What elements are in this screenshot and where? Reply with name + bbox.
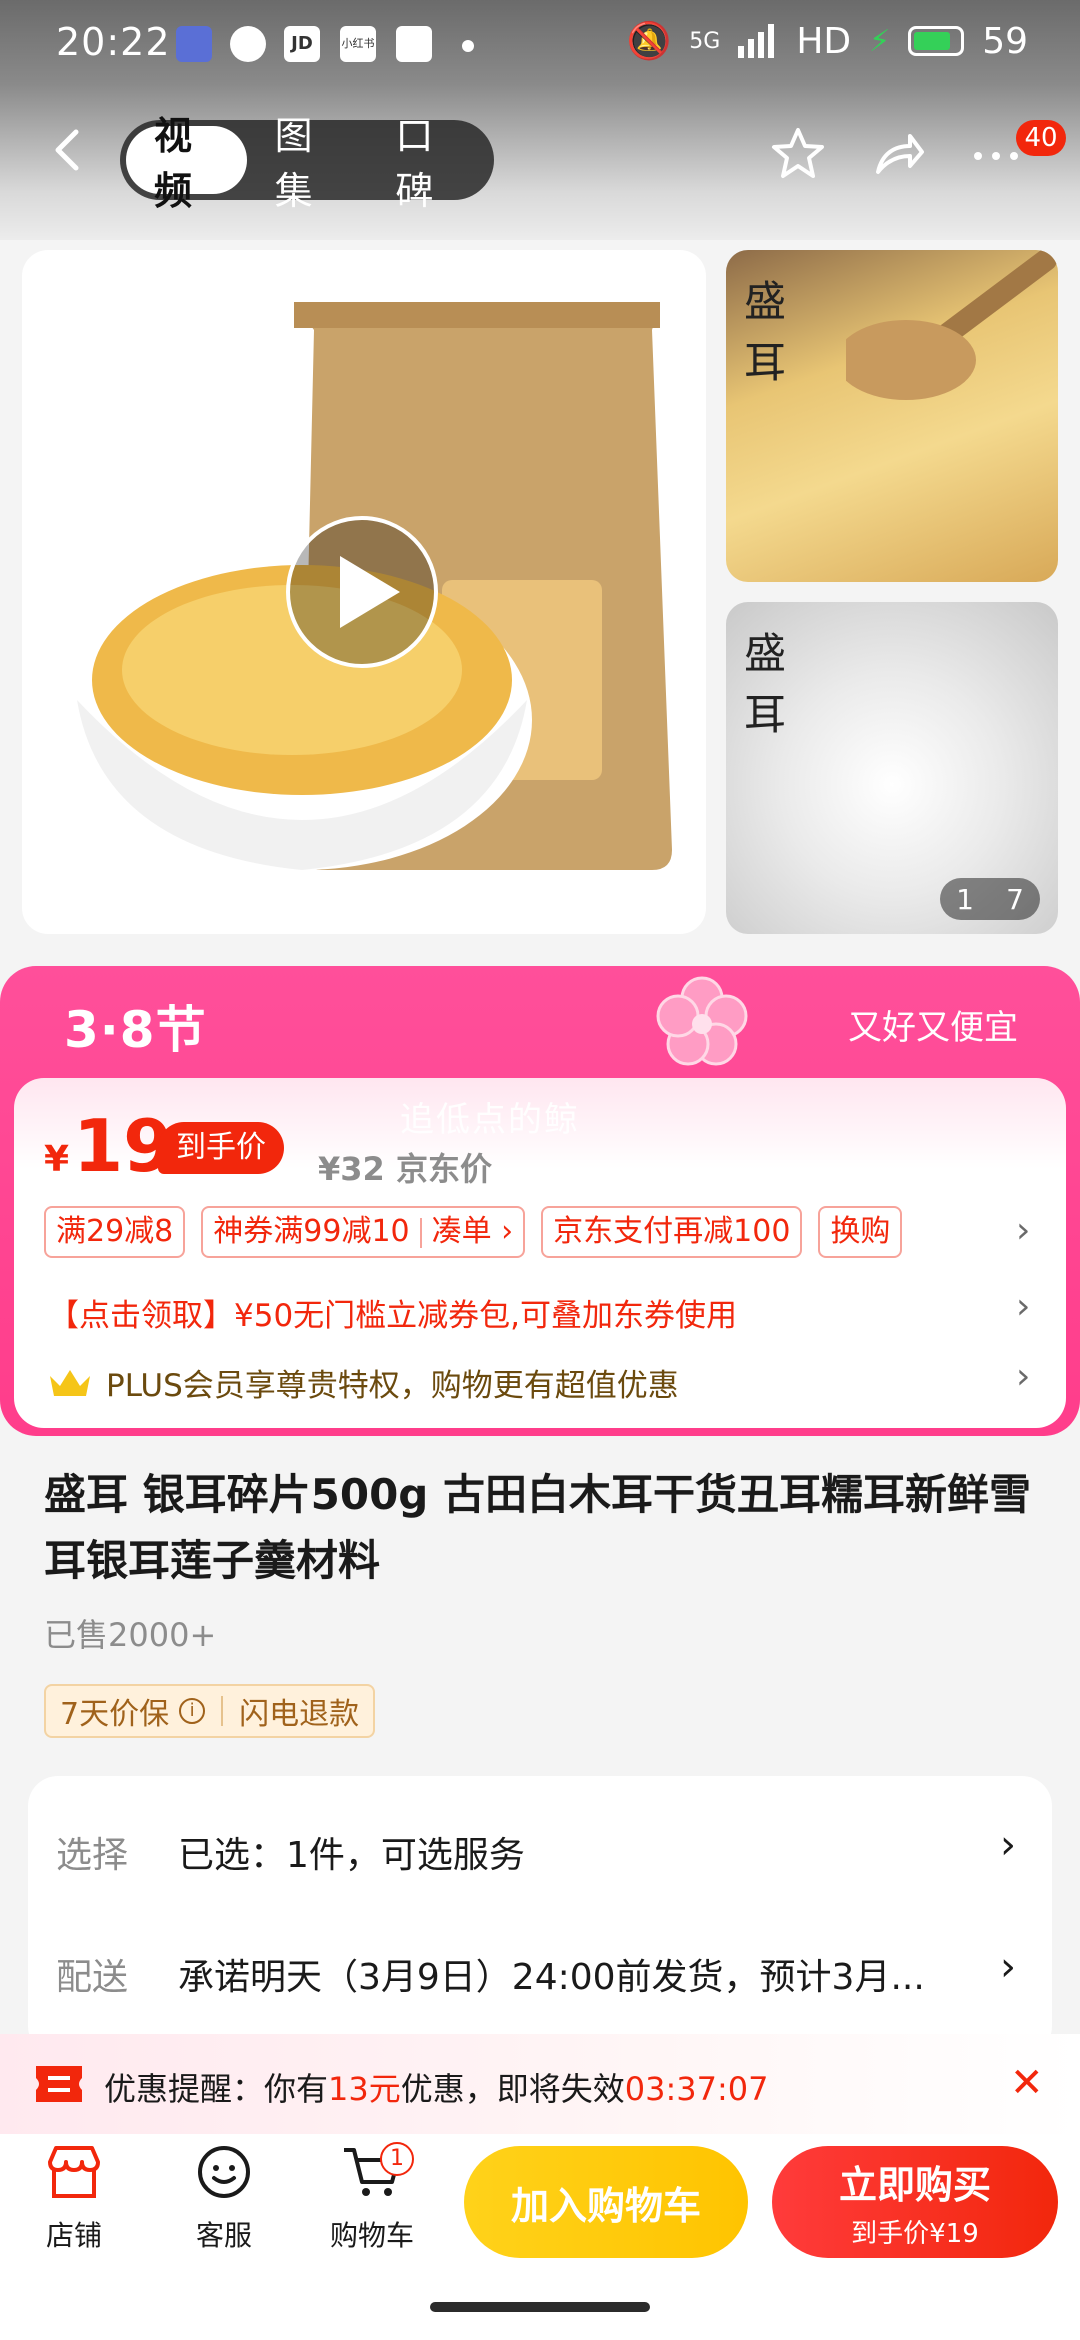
signal-icon bbox=[738, 24, 775, 58]
store-icon bbox=[48, 2146, 100, 2198]
coupon-chip[interactable]: 神券满99减10 凑单 › bbox=[201, 1206, 526, 1258]
back-arrow-icon[interactable] bbox=[46, 128, 90, 172]
exchange-chip[interactable]: 换购 bbox=[818, 1206, 903, 1258]
reminder-amount: 13元 bbox=[328, 2070, 401, 2108]
status-bar: 20:22 JD 小红书 🔕 5G HD ⚡ 59 bbox=[0, 0, 1080, 96]
mute-bell-icon: 🔕 bbox=[626, 21, 672, 62]
more-notifications-dot-icon bbox=[462, 40, 474, 52]
gallery-thumbnail-2[interactable]: 盛耳 1 7 bbox=[726, 602, 1058, 934]
watermark-text: 追低点的鲸 bbox=[400, 1100, 580, 1140]
chip-divider bbox=[419, 1217, 422, 1248]
options-card bbox=[28, 1776, 1052, 2056]
service-guarantee-badge[interactable]: 7天价保 i 闪电退款 bbox=[44, 1684, 376, 1738]
promo-slogan: 又好又便宜 bbox=[848, 1008, 1018, 1048]
buy-now-button[interactable]: 立即购买 到手价¥19 bbox=[772, 2146, 1058, 2258]
sold-count: 已售2000+ bbox=[44, 1616, 217, 1654]
info-icon[interactable]: i bbox=[179, 1698, 206, 1724]
favorite-star-icon[interactable] bbox=[770, 126, 826, 182]
festival-logo: 3·8节 bbox=[64, 1001, 207, 1059]
chips-chevron-icon[interactable]: › bbox=[1016, 1210, 1030, 1251]
select-chevron-icon[interactable]: › bbox=[1000, 1822, 1016, 1868]
product-title: 盛耳 银耳碎片500g 古田白木耳干货丑耳糯耳新鲜雪耳银耳莲子羹材料 bbox=[44, 1470, 1031, 1585]
plus-member-text: PLUS会员享尊贵特权，购物更有超值优惠 bbox=[106, 1368, 679, 1404]
select-label: 选择 bbox=[56, 1835, 129, 1876]
tab-video[interactable]: 视频 bbox=[126, 114, 247, 213]
coupon-chevron-icon[interactable]: › bbox=[1016, 1286, 1030, 1327]
plus-member-link[interactable]: PLUS会员享尊贵特权，购物更有超值优惠 bbox=[48, 1360, 679, 1405]
payment-discount-chip[interactable]: 京东支付再减100 bbox=[541, 1206, 803, 1258]
share-arrow-icon[interactable] bbox=[870, 126, 926, 182]
store-label: 店铺 bbox=[45, 2219, 102, 2252]
guarantee-divider bbox=[221, 1696, 224, 1726]
media-tabbar: 视频 图集 口碑 bbox=[120, 114, 494, 213]
buy-now-price: 到手价¥19 bbox=[851, 2219, 979, 2249]
discount-chip[interactable]: 满29减8 bbox=[44, 1206, 186, 1258]
final-price: ¥ 19 bbox=[44, 1104, 173, 1188]
buy-now-label: 立即购买 bbox=[838, 2163, 991, 2207]
reminder-prefix: 优惠提醒：你有 bbox=[104, 2070, 329, 2108]
customer-service-button[interactable]: 客服 bbox=[164, 2140, 284, 2254]
tab-reviews[interactable]: 口碑 bbox=[367, 114, 488, 213]
main-video-preview[interactable] bbox=[22, 250, 706, 934]
select-value[interactable]: 已选：1件，可选服务 bbox=[178, 1826, 525, 1878]
jd-original-price: ¥32 京东价 bbox=[318, 1150, 492, 1188]
coupon-chip-label: 神券满99减10 bbox=[213, 1214, 410, 1249]
image-counter-current: 1 bbox=[956, 882, 974, 916]
product-package-image bbox=[72, 302, 672, 870]
brand-logo-mark-2: 盛耳 bbox=[744, 629, 787, 739]
add-to-cart-button[interactable]: 加入购物车 bbox=[464, 2146, 748, 2258]
combine-order-link[interactable]: 凑单 › bbox=[432, 1214, 514, 1249]
service-label: 客服 bbox=[195, 2219, 252, 2252]
message-bubble-icon bbox=[230, 26, 266, 62]
cart-button[interactable]: 购物车 bbox=[312, 2140, 432, 2254]
jd-app-icon: JD bbox=[284, 26, 320, 62]
reminder-middle: 优惠，即将失效 bbox=[400, 2070, 625, 2108]
store-button[interactable]: 店铺 bbox=[14, 2140, 134, 2254]
price-protection-label: 7天价保 bbox=[60, 1697, 170, 1732]
status-time: 20:22 bbox=[56, 20, 171, 64]
final-price-tag: 到手价 bbox=[158, 1122, 284, 1174]
reminder-text: 优惠提醒：你有13元优惠，即将失效03:37:07 bbox=[104, 2064, 768, 2110]
brand-logo-mark: 盛耳 bbox=[744, 277, 787, 387]
tab-gallery[interactable]: 图集 bbox=[247, 114, 368, 213]
battery-icon bbox=[908, 26, 965, 56]
delivery-chevron-icon[interactable]: › bbox=[1000, 1944, 1016, 1990]
hd-indicator: HD bbox=[796, 20, 852, 62]
notification-app-icon bbox=[176, 26, 212, 62]
network-type: 5G bbox=[689, 28, 721, 54]
home-indicator[interactable] bbox=[430, 2302, 650, 2312]
more-badge: 40 bbox=[1016, 120, 1066, 156]
service-smile-icon bbox=[198, 2146, 250, 2198]
gallery-thumbnail-1[interactable]: 盛耳 bbox=[726, 250, 1058, 582]
delivery-value[interactable]: 承诺明天（3月9日）24:00前发货，预计3月... bbox=[178, 1948, 925, 2000]
cart-count-badge: 1 bbox=[380, 2142, 414, 2176]
discount-chips: 满29减8 神券满99减10 凑单 › 京东支付再减100 换购 bbox=[44, 1206, 903, 1258]
image-counter: 1 7 bbox=[940, 878, 1040, 920]
image-counter-total: 7 bbox=[1006, 882, 1024, 916]
coupon-pack-link[interactable]: 【点击领取】¥50无门槛立减券包,可叠加东券使用 bbox=[48, 1290, 737, 1335]
image-notification-icon bbox=[396, 26, 432, 62]
charging-icon: ⚡ bbox=[869, 23, 891, 59]
wooden-scoop-image bbox=[846, 250, 1057, 400]
fast-refund-label: 闪电退款 bbox=[239, 1697, 360, 1732]
currency-symbol: ¥ bbox=[44, 1139, 70, 1180]
coupon-ticket-icon bbox=[36, 2066, 82, 2102]
battery-level: 59 bbox=[982, 20, 1028, 62]
xiaohongshu-app-icon: 小红书 bbox=[340, 26, 376, 62]
delivery-label: 配送 bbox=[56, 1957, 129, 1998]
crown-icon bbox=[50, 1369, 90, 1396]
close-icon[interactable]: ✕ bbox=[1010, 2060, 1044, 2106]
reminder-countdown: 03:37:07 bbox=[624, 2070, 769, 2108]
status-right-group: 🔕 5G HD ⚡ 59 bbox=[626, 20, 1028, 63]
plum-blossom-icon bbox=[656, 976, 748, 1066]
plus-chevron-icon[interactable]: › bbox=[1016, 1356, 1030, 1397]
cart-label: 购物车 bbox=[329, 2219, 414, 2252]
